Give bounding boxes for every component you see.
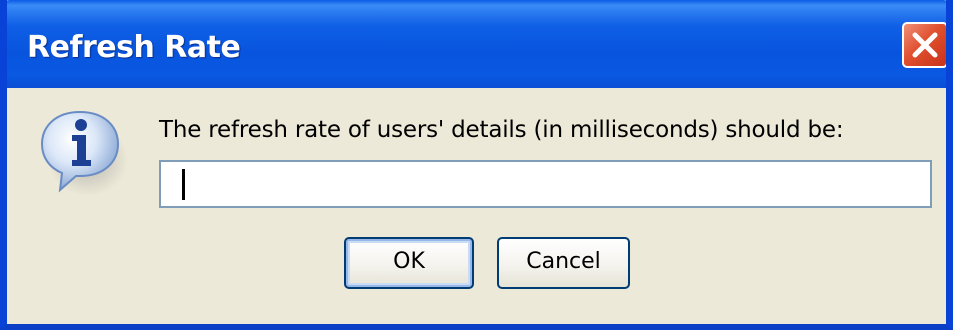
info-icon — [40, 110, 128, 196]
dialog-title: Refresh Rate — [27, 30, 241, 65]
text-caret — [182, 169, 185, 200]
close-icon — [912, 32, 938, 58]
prompt-label: The refresh rate of users' details (in m… — [159, 117, 844, 143]
refresh-rate-input[interactable] — [159, 160, 932, 208]
cancel-button[interactable]: Cancel — [497, 237, 630, 289]
title-bar[interactable]: Refresh Rate — [7, 0, 946, 88]
ok-button[interactable]: OK — [344, 237, 474, 289]
close-button[interactable] — [902, 22, 946, 68]
